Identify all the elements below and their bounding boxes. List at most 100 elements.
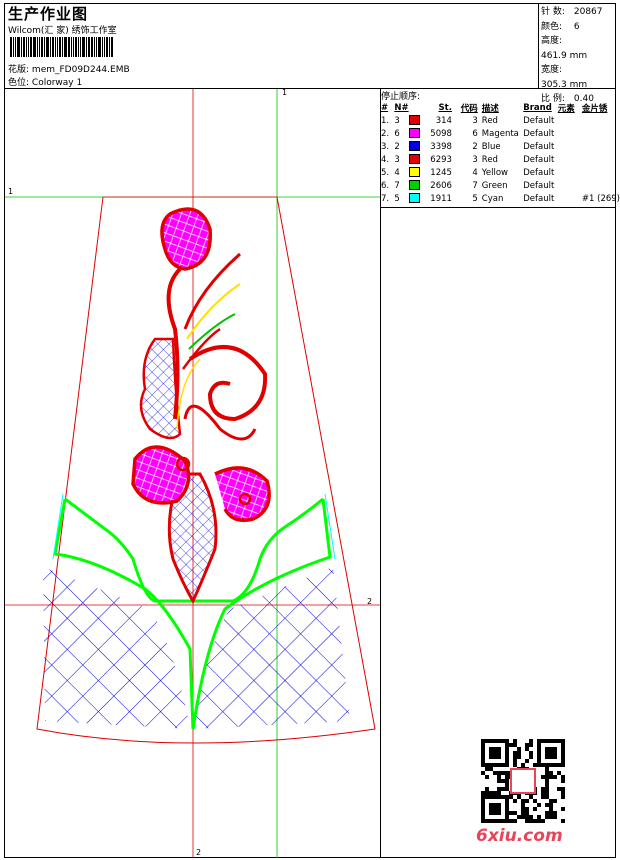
guide-marker-left: 1 — [8, 187, 13, 196]
barcode-bar — [109, 37, 110, 57]
qr-module — [489, 791, 493, 795]
qr-module — [517, 747, 521, 751]
stat-row: 颜色: 6 — [541, 20, 620, 35]
qr-module — [513, 799, 517, 803]
cell-desc: Magenta — [481, 128, 519, 139]
qr-module — [545, 771, 549, 775]
qr-module — [561, 775, 565, 779]
stats-panel: 针 数: 20867 颜色: 6 高度: 461.9 mm 宽度: 305.3 … — [541, 5, 620, 107]
cell-elem — [558, 179, 582, 192]
sequence-row: 7. 5 1911 5 Cyan Default #1 (269) — [381, 192, 620, 205]
top-curl-fill — [160, 207, 213, 271]
barcode-bar — [106, 37, 108, 57]
sequence-divider — [380, 207, 616, 208]
col-header: 描述 — [481, 103, 499, 114]
cell-code: 2 — [472, 141, 478, 152]
qr-module — [485, 767, 489, 771]
color-swatch-cell — [409, 140, 423, 153]
qr-module — [537, 819, 541, 823]
plume-5 — [176, 358, 201, 430]
qr-module — [481, 791, 485, 795]
qr-module — [545, 791, 549, 795]
qr-module — [529, 755, 533, 759]
qr-module — [525, 759, 529, 763]
cell-desc: Cyan — [481, 193, 504, 204]
cell-n: 6 — [394, 128, 400, 139]
barcode-bar — [41, 37, 43, 57]
qr-module — [525, 743, 529, 747]
qr-module — [549, 803, 553, 807]
cell-brand: Default — [523, 141, 555, 152]
color-swatch — [409, 115, 421, 126]
barcode-bar — [80, 37, 81, 57]
barcode-bar — [50, 37, 51, 57]
qr-module — [557, 771, 561, 775]
col-header: N# — [394, 102, 409, 113]
qr-module — [493, 791, 497, 795]
stat-value: 20867 — [573, 7, 603, 17]
cell-desc: Blue — [481, 141, 501, 152]
qr-module — [533, 807, 537, 811]
qr-module — [513, 739, 517, 743]
stop-sequence-table: # N# St. 代码 描述 Brand 元素 金片锈 1. 3 314 3 Red De… — [381, 101, 620, 205]
sequence-row: 2. 6 5098 6 Magenta Default — [381, 127, 620, 140]
qr-module — [537, 803, 541, 807]
qr-module — [533, 799, 537, 803]
color-swatch — [409, 141, 421, 152]
qr-module — [529, 739, 533, 743]
qr-module — [529, 819, 533, 823]
sequence-row: 5. 4 1245 4 Yellow Default — [381, 166, 620, 179]
cell-st: 1911 — [430, 193, 452, 204]
qr-module — [485, 791, 489, 795]
col-header: St. — [438, 102, 452, 113]
color-swatch-cell — [409, 192, 423, 205]
page-title: 生产作业图 — [8, 5, 89, 23]
qr-module — [501, 779, 505, 783]
qr-module — [561, 779, 565, 783]
cell-elem — [558, 127, 582, 140]
design-value: mem_FD09D244.EMB — [31, 65, 130, 75]
qr-module — [517, 795, 521, 799]
qr-module — [561, 807, 565, 811]
cell-n: 7 — [394, 180, 400, 191]
col-header: Brand — [523, 102, 552, 113]
barcode-bar — [37, 37, 38, 57]
barcode-bar — [10, 37, 12, 57]
qr-module — [521, 815, 525, 819]
cell-num: 3. — [381, 141, 390, 152]
barcode-bar — [104, 37, 105, 57]
qr-module — [505, 787, 509, 791]
qr-module — [501, 771, 505, 775]
qr-module — [545, 815, 549, 819]
cell-code: 6 — [472, 128, 478, 139]
cell-num: 4. — [381, 154, 390, 165]
barcode-bar — [75, 37, 77, 57]
guide-marker-bottom: 2 — [196, 848, 201, 857]
cell-code: 7 — [472, 180, 478, 191]
cell-brand: Default — [523, 128, 555, 139]
color-swatch-cell — [409, 179, 423, 192]
stat-value: 461.9 mm — [541, 50, 588, 61]
qr-module — [525, 815, 529, 819]
qr-module — [489, 767, 493, 771]
qr-module — [521, 799, 525, 803]
cell-num: 1. — [381, 115, 390, 126]
qr-module — [525, 807, 529, 811]
color-swatch — [409, 193, 421, 204]
qr-module — [529, 795, 533, 799]
studio-name: Wilcom(汇 家) 绣饰工作室 — [8, 26, 117, 36]
qr-module — [485, 775, 489, 779]
color-swatch — [409, 154, 421, 165]
qr-module — [553, 815, 557, 819]
barcode-bar — [15, 37, 16, 57]
qr-module — [545, 783, 549, 787]
barcode-bar — [94, 37, 95, 57]
qr-module — [541, 819, 545, 823]
cell-st: 314 — [435, 115, 452, 126]
cell-st: 1245 — [430, 167, 452, 178]
cell-seq — [582, 179, 620, 192]
barcode-bar — [68, 37, 70, 57]
qr-module — [481, 771, 485, 775]
qr-module — [533, 819, 537, 823]
qr-finder — [489, 803, 501, 815]
